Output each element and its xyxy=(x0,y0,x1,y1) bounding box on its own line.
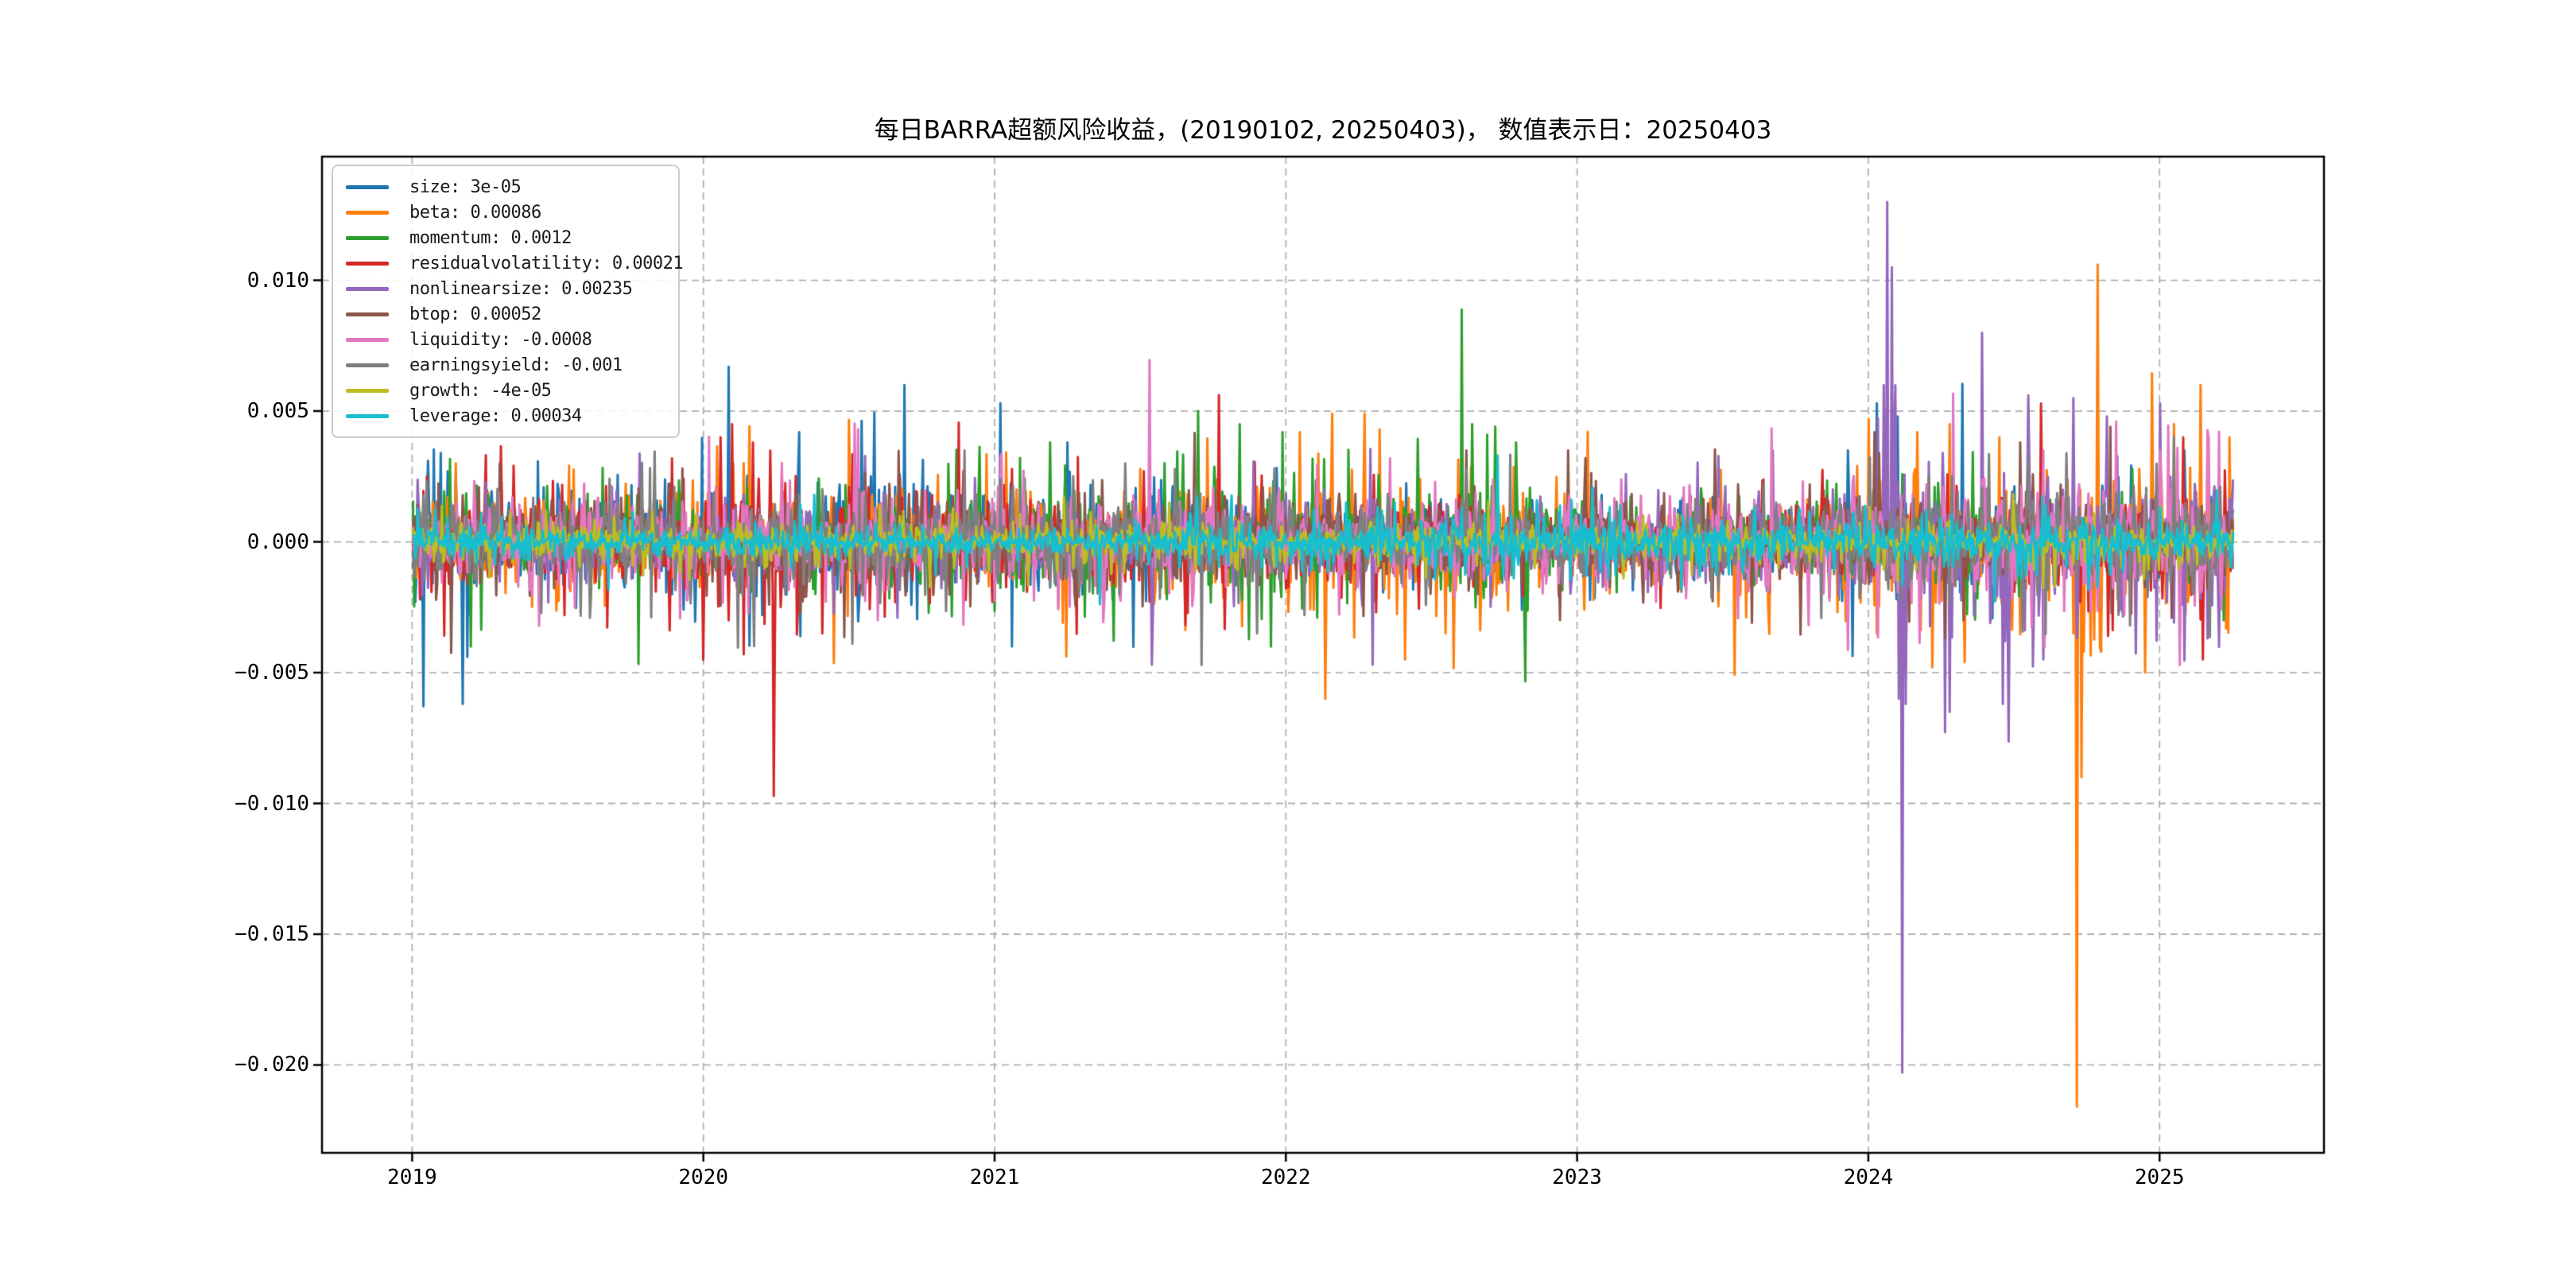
legend-line-icon xyxy=(346,235,389,240)
legend-item-label: leverage: 0.00034 xyxy=(409,405,582,426)
legend-line-icon xyxy=(346,363,389,367)
legend-line-icon xyxy=(346,210,389,215)
legend-item-label: nonlinearsize: 0.00235 xyxy=(409,278,633,299)
legend-line-icon xyxy=(346,388,389,393)
legend-item-label: residualvolatility: 0.00021 xyxy=(409,253,684,274)
y-tick-label: −0.020 xyxy=(235,1053,309,1077)
legend-item-label: momentum: 0.0012 xyxy=(409,227,572,248)
legend-item-nonlinearsize: nonlinearsize: 0.00235 xyxy=(343,276,669,301)
legend-item-earningsyield: earningsyield: -0.001 xyxy=(343,352,669,378)
x-tick-label: 2020 xyxy=(678,1166,728,1189)
legend-line-icon xyxy=(346,413,389,418)
legend-item-label: btop: 0.00052 xyxy=(409,304,541,324)
legend-item-size: size: 3e-05 xyxy=(343,174,669,200)
legend-line-icon xyxy=(346,286,389,291)
chart-title: 每日BARRA超额风险收益，(20190102, 20250403)， 数值表示… xyxy=(874,116,1772,145)
legend-item-label: liquidity: -0.0008 xyxy=(409,329,592,350)
legend-line-icon xyxy=(346,261,389,266)
x-tick-label: 2023 xyxy=(1552,1166,1602,1189)
legend-item-leverage: leverage: 0.00034 xyxy=(343,403,669,429)
legend-item-liquidity: liquidity: -0.0008 xyxy=(343,327,669,352)
x-tick-label: 2025 xyxy=(2134,1166,2185,1189)
y-tick-label: 0.000 xyxy=(246,530,309,554)
legend-item-btop: btop: 0.00052 xyxy=(343,301,669,327)
y-tick-label: −0.015 xyxy=(235,921,309,946)
x-tick-label: 2019 xyxy=(387,1166,437,1189)
legend-item-momentum: momentum: 0.0012 xyxy=(343,225,669,250)
legend-item-growth: growth: -4e-05 xyxy=(343,378,669,403)
y-tick-label: −0.010 xyxy=(235,791,309,816)
legend-line-icon xyxy=(346,337,389,342)
legend-line-icon xyxy=(346,184,389,189)
y-tick-label: −0.005 xyxy=(235,661,309,685)
legend-line-icon xyxy=(346,312,389,316)
legend-item-beta: beta: 0.00086 xyxy=(343,200,669,225)
y-tick-label: 0.010 xyxy=(246,268,309,293)
legend-item-label: growth: -4e-05 xyxy=(409,380,552,401)
figure: 每日BARRA超额风险收益，(20190102, 20250403)， 数值表示… xyxy=(0,0,2576,1288)
y-tick-label: 0.005 xyxy=(246,399,309,424)
legend-item-label: beta: 0.00086 xyxy=(409,202,541,223)
x-tick-label: 2024 xyxy=(1843,1166,1894,1189)
x-tick-label: 2021 xyxy=(969,1166,1020,1189)
legend-item-label: earningsyield: -0.001 xyxy=(409,355,623,375)
legend-item-residualvolatility: residualvolatility: 0.00021 xyxy=(343,250,684,276)
legend: size: 3e-05 beta: 0.00086 momentum: 0.0012… xyxy=(332,165,684,438)
legend-item-label: size: 3e-05 xyxy=(409,177,522,197)
x-tick-label: 2022 xyxy=(1260,1166,1311,1189)
